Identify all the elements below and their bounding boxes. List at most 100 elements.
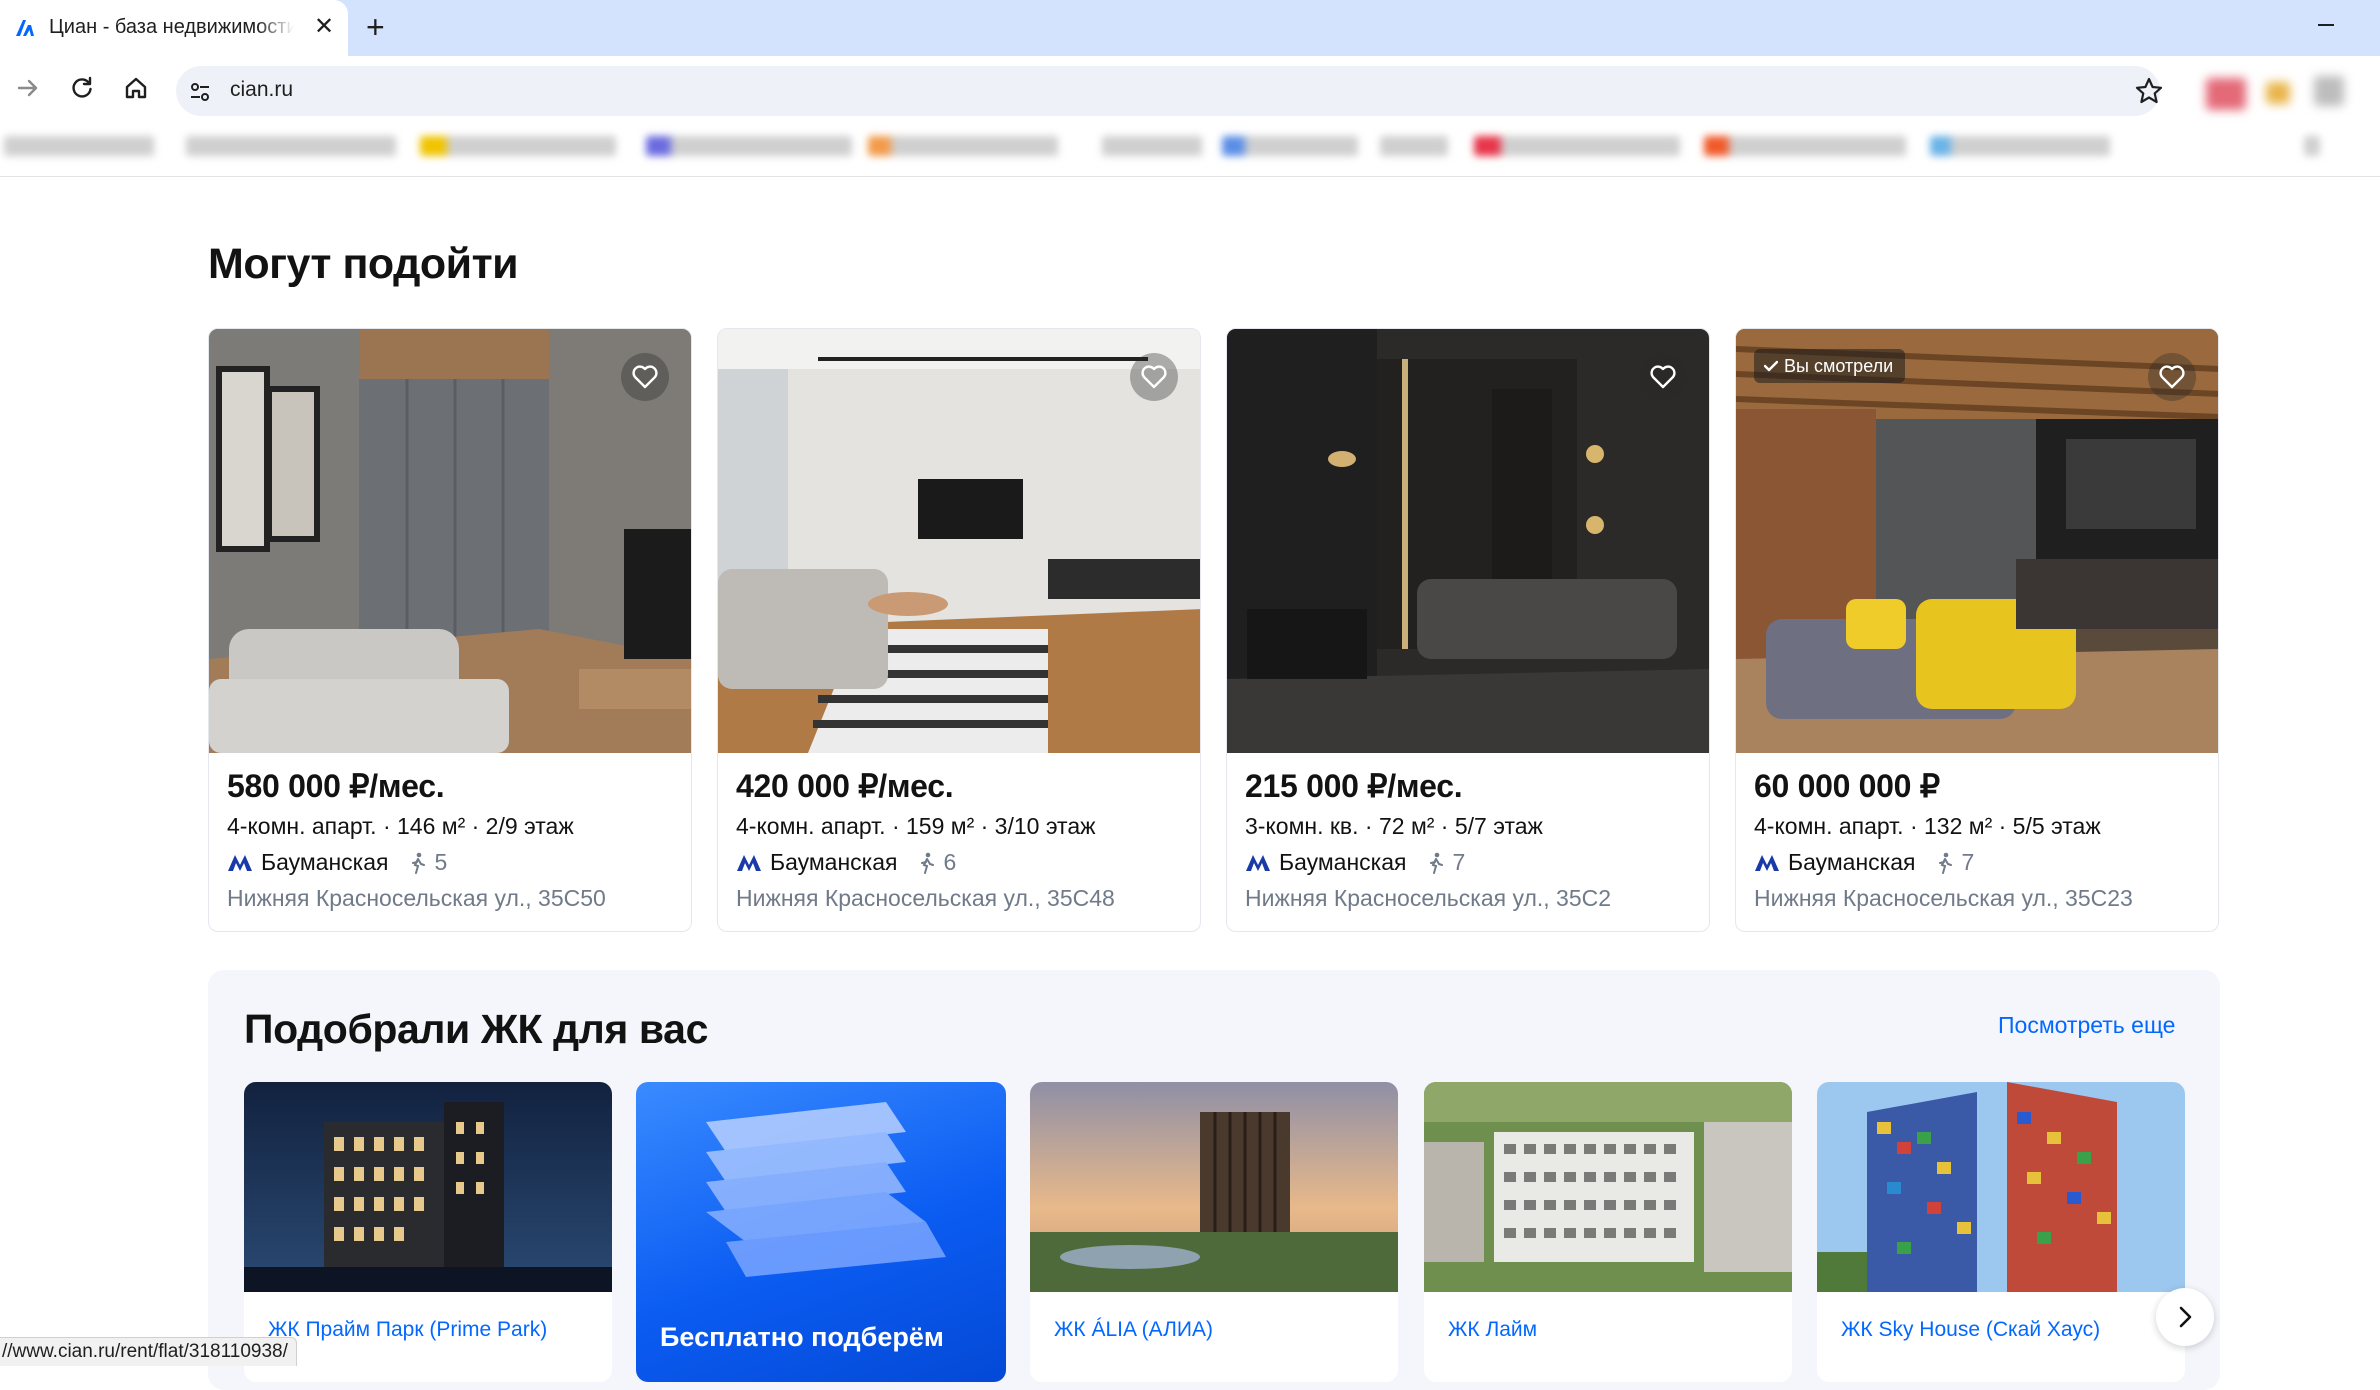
jk-name[interactable]: ЖК Прайм Парк (Prime Park) <box>268 1318 547 1342</box>
jk-name[interactable]: ЖК Лайм <box>1448 1318 1537 1342</box>
tab-strip <box>0 0 2380 56</box>
bookmark-item[interactable] <box>868 136 1058 156</box>
jk-card[interactable]: ЖК Лайм <box>1424 1082 1792 1382</box>
jk-photo[interactable] <box>1817 1082 2185 1292</box>
promo-card[interactable]: Бесплатно подберём <box>636 1082 1006 1382</box>
bookmark-item[interactable] <box>1222 136 1358 156</box>
viewed-badge-label: Вы смотрели <box>1784 355 1894 376</box>
listing-address: Нижняя Красносельская ул., 35С23 <box>1754 885 2133 911</box>
favorite-button[interactable] <box>1130 353 1178 401</box>
promo-title: Бесплатно подберём <box>660 1322 944 1352</box>
walk-icon <box>411 852 425 874</box>
extension-icon[interactable] <box>2206 78 2246 110</box>
toolbar-divider <box>0 176 2380 177</box>
walk-minutes: 7 <box>1961 849 1975 875</box>
metro-icon <box>1755 854 1779 871</box>
metro-station: Бауманская <box>1279 849 1407 875</box>
see-more-link[interactable]: Посмотреть еще <box>1998 1012 2175 1039</box>
metro-station: Бауманская <box>261 849 389 875</box>
walk-icon <box>1938 852 1952 874</box>
listing-card[interactable]: 215 000 ₽/мес. 3-комн. кв. · 72 м² · 5/7… <box>1226 328 1710 932</box>
section-title-jk: Подобрали ЖК для вас <box>244 1006 708 1052</box>
home-icon[interactable] <box>122 74 150 102</box>
bookmark-item[interactable] <box>186 136 396 156</box>
metro-icon <box>737 854 761 871</box>
bookmark-item[interactable] <box>1704 136 1906 156</box>
listing-address: Нижняя Красносельская ул., 35С50 <box>227 885 606 911</box>
walk-icon <box>920 852 934 874</box>
listing-params: 4-комн. апарт. · 146 м² · 2/9 этаж <box>227 813 574 839</box>
heart-icon <box>1650 365 1676 389</box>
listing-card[interactable]: Вы смотрели 60 000 000 ₽ 4-комн. апарт. … <box>1735 328 2219 932</box>
bookmark-item[interactable] <box>1102 136 1202 156</box>
status-bar-url: //www.cian.ru/rent/flat/318110938/ <box>0 1337 297 1366</box>
favorite-button[interactable] <box>2148 353 2196 401</box>
bookmark-item[interactable] <box>2304 136 2320 156</box>
metro-station: Бауманская <box>770 849 898 875</box>
tune-icon[interactable] <box>188 80 212 104</box>
metro-info: Бауманская 5 <box>227 849 447 876</box>
listing-params: 4-комн. апарт. · 159 м² · 3/10 этаж <box>736 813 1096 839</box>
metro-info: Бауманская 7 <box>1245 849 1465 876</box>
favorite-button[interactable] <box>1639 353 1687 401</box>
metro-info: Бауманская 6 <box>736 849 956 876</box>
extension-icon[interactable] <box>2314 76 2344 106</box>
plus-icon[interactable]: + <box>366 10 385 44</box>
chevron-right-icon <box>2179 1306 2192 1328</box>
listing-price: 215 000 ₽/мес. <box>1245 768 1463 804</box>
listing-address: Нижняя Красносельская ул., 35С2 <box>1245 885 1612 911</box>
jk-photo[interactable] <box>1424 1082 1792 1292</box>
bookmark-item[interactable] <box>420 136 616 156</box>
jk-photo[interactable] <box>1030 1082 1398 1292</box>
jk-name[interactable]: ЖК Sky House (Скай Хаус) <box>1841 1318 2100 1342</box>
bookmark-item[interactable] <box>1380 136 1448 156</box>
section-title-recommend: Могут подойти <box>208 240 519 288</box>
metro-icon <box>228 854 252 871</box>
close-icon[interactable]: ✕ <box>314 12 334 42</box>
listing-card[interactable]: 580 000 ₽/мес. 4-комн. апарт. · 146 м² ·… <box>208 328 692 932</box>
minimize-icon[interactable] <box>2318 24 2334 26</box>
cian-logo-icon <box>16 20 34 36</box>
listing-photo[interactable] <box>718 329 1200 753</box>
browser-tab[interactable]: Циан - база недвижимости ✕ <box>0 0 348 56</box>
building-illustration <box>706 1102 946 1277</box>
jk-card[interactable]: ЖК ÁLIA (АЛИА) <box>1030 1082 1398 1382</box>
listing-price: 60 000 000 ₽ <box>1754 768 1940 804</box>
bookmark-item[interactable] <box>646 136 852 156</box>
listing-price: 420 000 ₽/мес. <box>736 768 954 804</box>
jk-card[interactable]: ЖК Прайм Парк (Prime Park) <box>244 1082 612 1382</box>
viewed-badge: Вы смотрели <box>1754 349 1906 383</box>
arrow-right-icon[interactable] <box>14 74 42 102</box>
walk-icon <box>1429 852 1443 874</box>
walk-minutes: 7 <box>1452 849 1466 875</box>
bookmark-item[interactable] <box>1930 136 2110 156</box>
heart-icon <box>1141 365 1167 389</box>
listing-photo[interactable]: Вы смотрели <box>1736 329 2218 753</box>
listing-params: 3-комн. кв. · 72 м² · 5/7 этаж <box>1245 813 1543 839</box>
carousel-next-button[interactable] <box>2156 1288 2214 1346</box>
jk-name[interactable]: ЖК ÁLIA (АЛИА) <box>1054 1318 1213 1342</box>
listing-price: 580 000 ₽/мес. <box>227 768 445 804</box>
metro-icon <box>1246 854 1270 871</box>
listing-photo[interactable] <box>209 329 691 753</box>
heart-icon <box>2159 365 2185 389</box>
check-icon <box>1764 360 1778 372</box>
reload-icon[interactable] <box>68 74 96 102</box>
heart-icon <box>632 365 658 389</box>
extension-icon[interactable] <box>2266 82 2290 104</box>
favorite-button[interactable] <box>621 353 669 401</box>
listing-card[interactable]: 420 000 ₽/мес. 4-комн. апарт. · 159 м² ·… <box>717 328 1201 932</box>
jk-card[interactable]: ЖК Sky House (Скай Хаус) <box>1817 1082 2185 1382</box>
jk-photo[interactable] <box>244 1082 612 1292</box>
url-text[interactable]: cian.ru <box>230 78 293 102</box>
metro-station: Бауманская <box>1788 849 1916 875</box>
walk-minutes: 6 <box>943 849 957 875</box>
star-icon[interactable] <box>2134 76 2164 106</box>
listing-address: Нижняя Красносельская ул., 35С48 <box>736 885 1115 911</box>
bookmark-item[interactable] <box>1474 136 1680 156</box>
address-bar[interactable] <box>176 66 2160 116</box>
walk-minutes: 5 <box>434 849 448 875</box>
listing-params: 4-комн. апарт. · 132 м² · 5/5 этаж <box>1754 813 2101 839</box>
bookmark-item[interactable] <box>4 136 154 156</box>
listing-photo[interactable] <box>1227 329 1709 753</box>
